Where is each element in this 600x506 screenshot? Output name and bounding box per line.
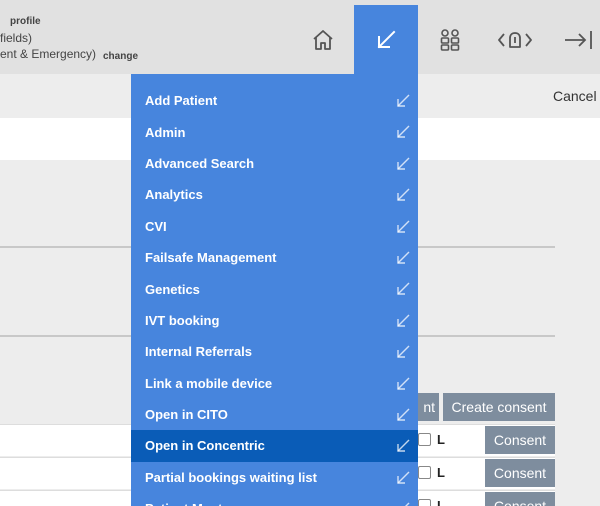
consent-header-text: nt [423,399,435,415]
consent-button[interactable]: Consent [485,492,555,506]
menu-item-label: CVI [145,218,167,234]
arrow-down-left-icon [397,251,410,264]
menu-item-label: Partial bookings waiting list [145,469,317,485]
arrow-down-left-icon [397,314,410,327]
menu-item-label: Add Patient [145,93,218,109]
logout-icon [565,30,592,49]
menu-item-label: Admin [145,124,186,140]
row-letter: L [437,432,445,447]
people-icon [440,28,460,51]
profile-label[interactable]: profile [10,14,41,30]
arrow-down-left-icon [397,345,410,358]
row-letter: L [437,498,445,506]
top-bar: profile fields) ent & Emergency) change [0,0,600,74]
shortcuts-menu: Add Patient Admin Advanced Search Analytics… [131,74,418,506]
tools-button[interactable] [484,5,546,74]
menu-item[interactable]: Patient Most... [131,493,418,506]
arrow-down-left-icon [397,188,410,201]
logout-button[interactable] [548,5,600,74]
menu-item[interactable]: IVT booking [131,305,418,336]
arrow-down-left-icon [397,439,410,452]
change-link[interactable]: change [103,49,138,65]
fields-text: fields) [0,31,33,45]
menu-item-label: Internal Referrals [145,344,252,360]
menu-item[interactable]: Genetics [131,273,418,304]
menu-item-label: Failsafe Management [145,250,277,266]
menu-item[interactable]: Admin [131,116,418,147]
arrow-down-left-icon [405,502,410,506]
arrow-down-left-icon [397,157,410,170]
menu-item[interactable]: Open in CITO [131,399,418,430]
menu-item[interactable]: Analytics [131,179,418,210]
menu-item-label: Open in CITO [145,407,228,423]
menu-item[interactable]: Add Patient [131,85,418,116]
home-button[interactable] [292,5,354,74]
arrow-down-left-icon [397,220,410,233]
shortcuts-button[interactable] [354,5,418,74]
arrow-down-left-icon [397,94,410,107]
menu-item[interactable]: Link a mobile device [131,368,418,399]
menu-item[interactable]: Partial bookings waiting list [131,462,418,493]
consent-button[interactable]: Consent [485,459,555,487]
menu-item[interactable]: Open in Concentric [131,430,418,462]
create-consent-button[interactable]: Create consent [443,393,555,421]
home-icon [313,29,333,50]
tools-icon [498,31,532,48]
consent-text: ent & Emergency) [0,47,97,61]
arrow-down-left-icon [397,377,410,390]
menu-item-label: Open in Concentric [145,438,265,454]
people-button[interactable] [419,5,481,74]
arrow-down-left-icon [397,125,410,139]
menu-item[interactable]: Failsafe Management [131,242,418,273]
menu-item[interactable]: Advanced Search [131,148,418,179]
menu-item-label: Link a mobile device [145,375,273,391]
row-checkbox[interactable] [418,499,431,506]
menu-item-label: IVT booking [145,312,220,328]
arrow-down-left-icon [397,282,410,296]
menu-item-label: Patient Most... [145,501,233,506]
menu-item-label: Analytics [145,187,203,203]
arrow-down-left-icon [377,30,396,48]
row-letter: L [437,465,445,480]
menu-item[interactable]: Internal Referrals [131,336,418,367]
menu-item-label: Advanced Search [145,155,255,171]
consent-button[interactable]: Consent [485,426,555,454]
arrow-down-left-icon [397,471,410,484]
menu-item[interactable]: CVI [131,211,418,242]
arrow-down-left-icon [397,408,410,421]
row-checkbox[interactable] [418,433,431,446]
cancel-button[interactable]: Cancel [553,88,597,104]
menu-item-label: Genetics [145,281,200,297]
row-checkbox[interactable] [418,466,431,479]
